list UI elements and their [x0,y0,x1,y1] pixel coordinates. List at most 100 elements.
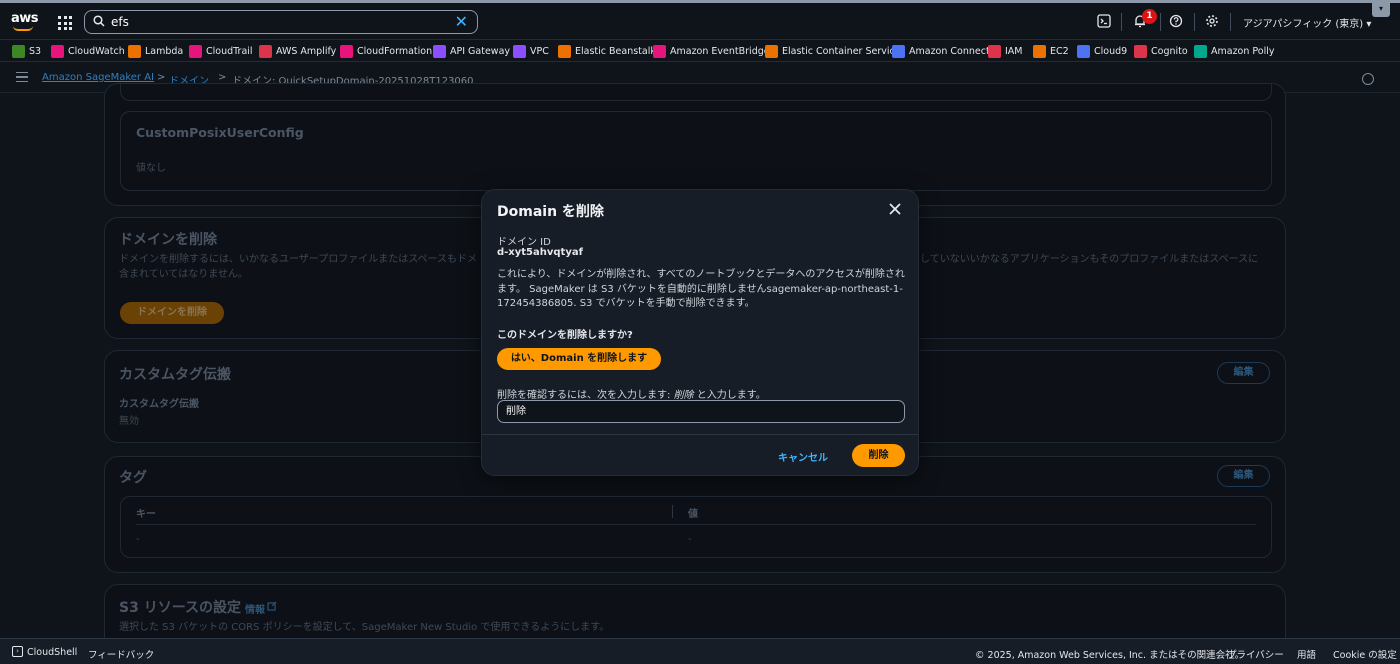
tag-propagation-label: カスタムタグ伝搬 [119,399,199,410]
search-input[interactable] [111,14,451,30]
copyright-text: © 2025, Amazon Web Services, Inc. またはその関… [975,650,1245,661]
help-icon[interactable] [1168,14,1184,30]
privacy-link[interactable]: プライバシー [1227,647,1284,661]
favorite-amazon-connect[interactable]: Amazon Connect [892,44,990,59]
posix-config-value: 値なし [136,163,166,174]
domain-id-label: ドメイン ID [497,237,551,248]
favorite-label: Cognito [1151,46,1188,57]
confirm-delete-input[interactable]: 削除 [497,400,905,423]
feedback-link[interactable]: フィードバック [88,647,154,661]
s3-info-link[interactable]: 情報 [245,601,265,616]
favorite-cloudtrail[interactable]: CloudTrail [189,44,253,59]
favorites-bar: S3 CloudWatch Lambda CloudTrail AWS Ampl… [0,39,1400,62]
tag-propagation-edit-button[interactable]: 編集 [1217,362,1270,384]
tags-table: キー 値 - - [120,496,1272,558]
favorite-label: EC2 [1050,46,1069,57]
confirm-instruction: 削除を確認するには、次を入力します: 削除 と入力します。 [497,386,766,401]
confirm-delete-yes-button[interactable]: はい、Domain を削除します [497,348,661,370]
menu-toggle-icon[interactable] [16,72,28,82]
iam-icon [988,45,1001,58]
delete-domain-title: ドメインを削除 [119,232,217,248]
favorite-label: Elastic Container Service [782,46,901,57]
cognito-icon [1134,45,1147,58]
favorite-polly[interactable]: Amazon Polly [1194,44,1275,59]
clear-search-icon[interactable]: ✕ [455,14,468,30]
tags-key-cell: - [136,534,140,545]
tag-propagation-title: カスタムタグ伝搬 [119,367,231,383]
favorite-label: AWS Amplify [276,46,337,57]
region-selector[interactable]: アジアパシフィック (東京) ▾ [1243,15,1371,30]
favorite-api-gateway[interactable]: API Gateway [433,44,510,59]
breadcrumb-sagemaker[interactable]: Amazon SageMaker AI [42,72,154,83]
tags-edit-button[interactable]: 編集 [1217,465,1270,487]
eventbridge-icon [653,45,666,58]
posix-config-card: CustomPosixUserConfig 値なし [120,111,1272,191]
tags-col-key: キー [136,509,156,520]
favorite-label: Amazon EventBridge [670,46,770,57]
favorite-ecs[interactable]: Elastic Container Service [765,44,901,59]
posix-config-title: CustomPosixUserConfig [136,125,304,140]
page-settings-icon[interactable] [1362,73,1374,85]
favorite-iam[interactable]: IAM [988,44,1023,59]
external-link-icon [267,601,277,611]
tags-value-cell: - [688,534,692,545]
favorite-label: Cloud9 [1094,46,1128,57]
corner-collapse-icon[interactable]: ▾ [1372,3,1390,17]
breadcrumb-separator: > [157,72,166,83]
favorite-label: CloudFormation [357,46,433,57]
search-box[interactable]: ✕ [84,10,478,34]
modal-description: これにより、ドメインが削除され、すべてのノートブックとデータへのアクセスが削除さ… [497,269,905,309]
breadcrumb-separator: > [218,72,227,83]
favorite-eventbridge[interactable]: Amazon EventBridge [653,44,770,59]
cancel-button[interactable]: キャンセル [778,449,828,464]
cloudshell-icon: › [12,646,23,657]
modal-footer-divider [482,434,918,435]
delete-domain-desc-right: していないいかなるアプリケーションもそのプロファイルまたはスペースに [920,254,1259,265]
delete-domain-button[interactable]: ドメインを削除 [120,302,224,324]
user-settings-card: CustomPosixUserConfig 値なし [104,83,1286,206]
amplify-icon [259,45,272,58]
terms-link[interactable]: 用語 [1297,647,1316,661]
lambda-icon [128,45,141,58]
services-menu-icon[interactable] [58,16,72,30]
delete-button[interactable]: 削除 [852,444,905,467]
favorite-cognito[interactable]: Cognito [1134,44,1188,59]
footer: › CloudShell フィードバック © 2025, Amazon Web … [0,638,1400,664]
cloud9-icon [1077,45,1090,58]
api-gateway-icon [433,45,446,58]
favorite-label: CloudWatch [68,46,125,57]
cloudtrail-icon [189,45,202,58]
tags-col-value: 値 [688,509,698,520]
s3-icon [12,45,25,58]
search-icon [93,15,105,27]
aws-logo[interactable]: aws [11,11,39,33]
aws-logo-text: aws [11,11,39,26]
favorite-s3[interactable]: S3 [12,44,41,59]
favorite-label: Lambda [145,46,184,57]
favorite-label: CloudTrail [206,46,253,57]
tags-title: タグ [119,470,147,486]
favorite-label: S3 [29,46,42,57]
ec2-icon [1033,45,1046,58]
favorite-label: VPC [530,46,549,57]
connect-icon [892,45,905,58]
favorite-ec2[interactable]: EC2 [1033,44,1069,59]
cloudshell-link[interactable]: CloudShell [27,647,77,658]
favorite-amplify[interactable]: AWS Amplify [259,44,336,59]
settings-gear-icon[interactable] [1204,14,1220,30]
s3-resources-title: S3 リソースの設定 [119,600,241,616]
favorite-vpc[interactable]: VPC [513,44,549,59]
favorite-cloud9[interactable]: Cloud9 [1077,44,1127,59]
close-icon[interactable] [887,201,903,217]
polly-icon [1194,45,1207,58]
cookie-settings-link[interactable]: Cookie の設定 [1333,647,1397,661]
favorite-cloudwatch[interactable]: CloudWatch [51,44,125,59]
inner-card-top [120,83,1272,101]
favorite-elastic-beanstalk[interactable]: Elastic Beanstalk [558,44,656,59]
cloudshell-icon[interactable] [1096,14,1112,30]
domain-id-value: d-xyt5ahvqtyaf [497,247,583,258]
cloudwatch-icon [51,45,64,58]
tag-propagation-value: 無効 [119,416,139,427]
favorite-lambda[interactable]: Lambda [128,44,183,59]
favorite-cloudformation[interactable]: CloudFormation [340,44,432,59]
